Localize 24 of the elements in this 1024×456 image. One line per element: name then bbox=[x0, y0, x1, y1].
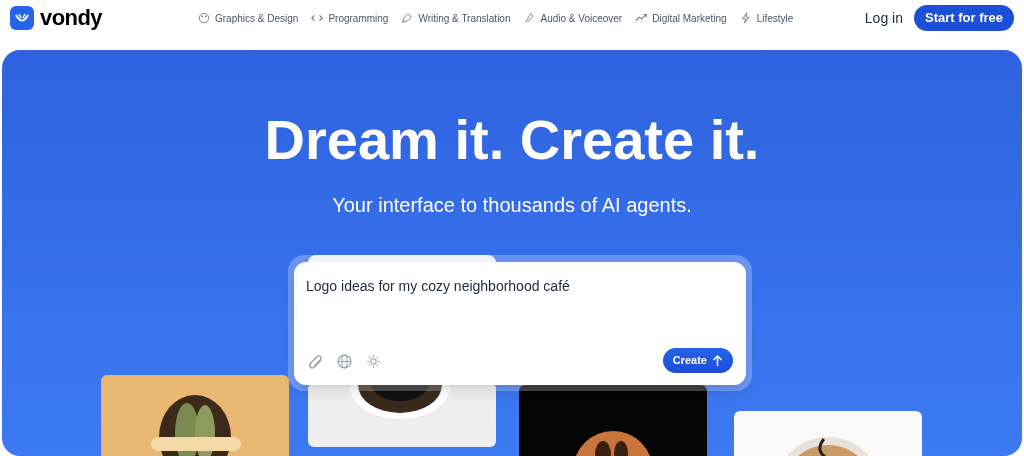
code-icon bbox=[311, 12, 324, 24]
logo-icon bbox=[10, 6, 34, 30]
hero-subtitle: Your interface to thousands of AI agents. bbox=[331, 193, 693, 218]
hero-title: Dream it. Create it. bbox=[263, 107, 761, 168]
signup-button[interactable]: Start for free bbox=[913, 5, 1014, 31]
create-button[interactable]: Create bbox=[662, 348, 733, 373]
login-link[interactable]: Log in bbox=[864, 7, 903, 29]
arrow-up-icon bbox=[712, 354, 723, 367]
nav-link[interactable]: Graphics & Design bbox=[215, 10, 299, 26]
nav-link[interactable]: Digital Marketing bbox=[652, 10, 727, 26]
pen-icon bbox=[401, 12, 414, 24]
paperclip-icon[interactable] bbox=[308, 354, 323, 369]
prompt-field[interactable]: Logo ideas for my cozy neighborhood café bbox=[306, 276, 726, 297]
nav-link[interactable]: Lifestyle bbox=[756, 10, 794, 26]
nav-link[interactable]: Audio & Voiceover bbox=[540, 10, 623, 26]
lightning-icon bbox=[739, 12, 752, 24]
brand-name[interactable]: vondy bbox=[40, 7, 103, 29]
trend-icon bbox=[635, 12, 648, 24]
nav-link[interactable]: Programming bbox=[328, 10, 389, 26]
globe-icon[interactable] bbox=[337, 354, 352, 369]
nav-link[interactable]: Writing & Translation bbox=[418, 10, 511, 26]
sun-icon[interactable] bbox=[366, 354, 381, 369]
pen-icon bbox=[523, 12, 536, 24]
palette-icon bbox=[198, 12, 210, 24]
